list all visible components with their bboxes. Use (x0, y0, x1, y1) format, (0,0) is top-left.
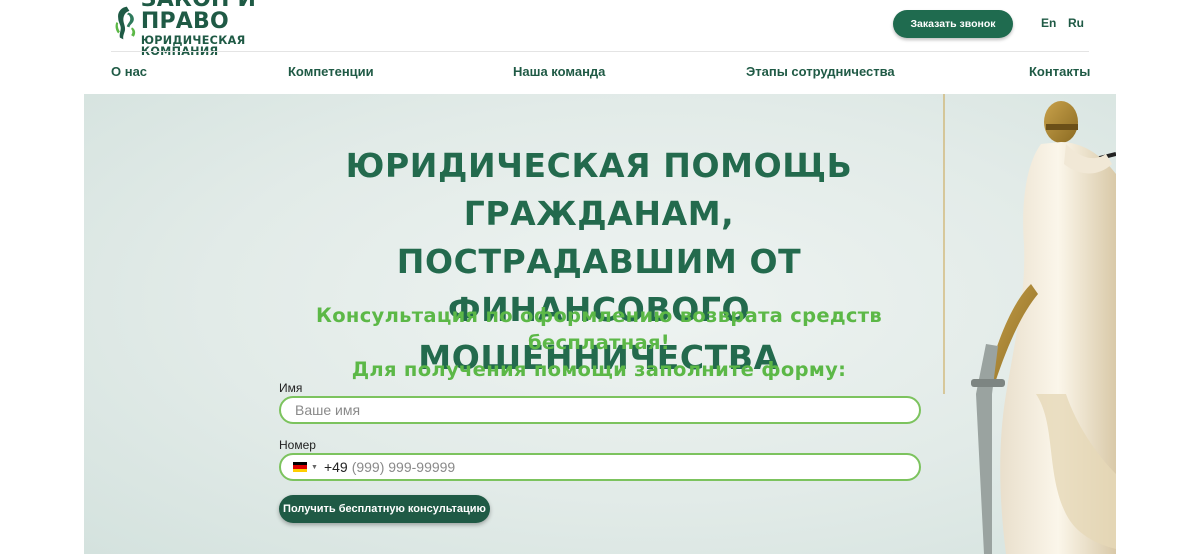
nav-item-contacts[interactable]: Контакты (1029, 64, 1090, 79)
phone-field-label: Номер (279, 438, 316, 452)
nav-item-team[interactable]: Наша команда (513, 64, 605, 79)
logo-themis-icon (115, 6, 136, 40)
flag-de-icon[interactable] (293, 462, 307, 472)
nav-item-stages[interactable]: Этапы сотрудничества (746, 64, 895, 79)
logo-title: ЗАКОН И ПРАВО (140, 0, 256, 34)
site-header: ЗАКОН И ПРАВО ЮРИДИЧЕСКАЯ КОМПАНИЯ Заказ… (0, 0, 1200, 57)
hero-subtitle-line-1: Консультация по оформлению возврата сред… (315, 304, 883, 354)
themis-statue-image (943, 94, 1116, 554)
hero-subtitle: Консультация по оформлению возврата сред… (244, 302, 954, 383)
nav-item-competencies[interactable]: Компетенции (288, 64, 374, 79)
phone-field[interactable]: ▼ +49 (279, 453, 921, 481)
hero-section: ЮРИДИЧЕСКАЯ ПОМОЩЬ ГРАЖДАНАМ, ПОСТРАДАВШ… (84, 94, 1116, 554)
hero-title-line-1: ЮРИДИЧЕСКАЯ ПОМОЩЬ ГРАЖДАНАМ, (345, 146, 853, 233)
hero-subtitle-line-2: Для получения помощи заполните форму: (351, 358, 847, 381)
nav-item-about[interactable]: О нас (111, 64, 147, 79)
main-nav: О нас Компетенции Наша команда Этапы сот… (0, 64, 1200, 82)
caret-down-icon[interactable]: ▼ (311, 464, 318, 471)
logo-subtitle: ЮРИДИЧЕСКАЯ КОМПАНИЯ (140, 33, 246, 58)
language-ru-link[interactable]: Ru (1068, 16, 1084, 30)
phone-input[interactable] (351, 459, 919, 475)
company-logo[interactable]: ЗАКОН И ПРАВО ЮРИДИЧЕСКАЯ КОМПАНИЯ (113, 0, 323, 57)
language-en-link[interactable]: En (1041, 16, 1056, 30)
phone-country-code: +49 (323, 459, 348, 475)
name-input[interactable] (279, 396, 921, 424)
get-consultation-button[interactable]: Получить бесплатную консультацию (279, 495, 490, 523)
name-field-label: Имя (279, 381, 303, 395)
order-call-button[interactable]: Заказать звонок (893, 10, 1013, 38)
header-divider (111, 51, 1089, 52)
